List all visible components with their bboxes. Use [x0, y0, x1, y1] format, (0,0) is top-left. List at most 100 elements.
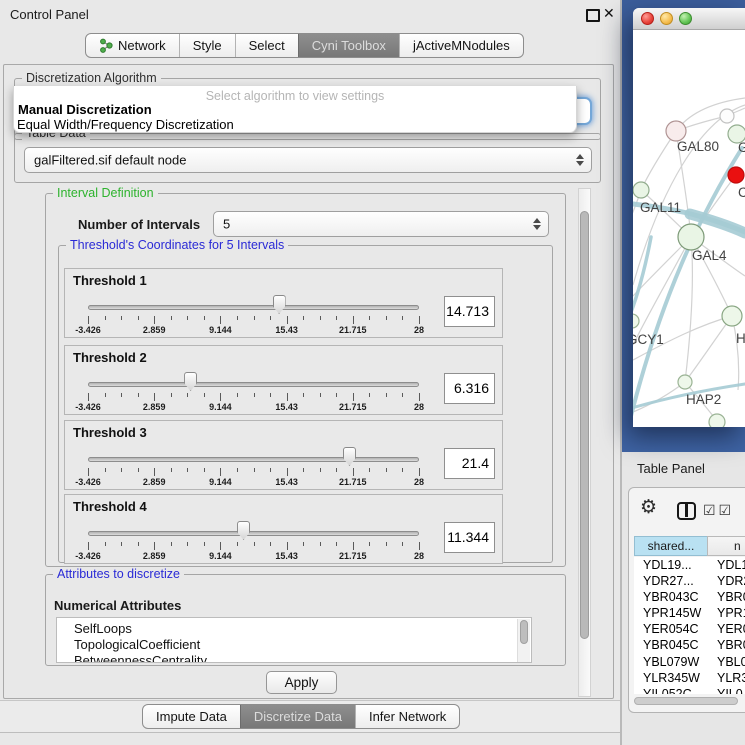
- tick-label: 28: [395, 402, 443, 412]
- popup-item-manual-discretization[interactable]: Manual Discretization: [18, 102, 152, 117]
- slider-track[interactable]: [88, 382, 419, 387]
- tick: [336, 542, 337, 546]
- slider-track[interactable]: [88, 531, 419, 536]
- threshold-row-3: Threshold 3 -3.4262.8599.14415.4321.7152…: [64, 420, 503, 490]
- tick: [270, 468, 271, 472]
- float-icon[interactable]: [586, 9, 600, 22]
- list-item-selfloops[interactable]: SelfLoops: [57, 618, 531, 637]
- threshold-2-value-field[interactable]: 6.316: [444, 373, 495, 404]
- network-node-HAP2[interactable]: [678, 375, 692, 389]
- tab-cyni-toolbox[interactable]: Cyni Toolbox: [298, 34, 399, 57]
- tab-impute-data[interactable]: Impute Data: [143, 705, 240, 728]
- cell-name: YLR3: [707, 670, 745, 686]
- tick: [254, 393, 255, 397]
- tick: [353, 542, 354, 550]
- algorithm-popup: Select algorithm to view settings Manual…: [13, 86, 577, 133]
- traffic-light-close-icon[interactable]: [641, 12, 654, 25]
- table-row[interactable]: YBR043CYBR0: [634, 589, 745, 605]
- tick-label: 9.144: [196, 325, 244, 335]
- table-data-combo[interactable]: galFiltered.sif default node: [24, 147, 592, 173]
- network-node-GAL11[interactable]: [633, 182, 649, 198]
- network-node-label-GAL80: GAL80: [677, 139, 719, 154]
- tick-label: -3.426: [64, 477, 112, 487]
- list-scrollbar[interactable]: [517, 619, 530, 662]
- threshold-3-value-field[interactable]: 21.4: [444, 448, 495, 479]
- network-node-n-bottom[interactable]: [709, 414, 725, 427]
- tick: [220, 542, 221, 550]
- threshold-row-2: Threshold 2 -3.4262.8599.14415.4321.7152…: [64, 345, 503, 415]
- slider-track[interactable]: [88, 305, 419, 310]
- tab-discretize-data[interactable]: Discretize Data: [240, 705, 355, 728]
- tick: [320, 468, 321, 472]
- table-row[interactable]: YPR145WYPR1: [634, 605, 745, 621]
- network-node-n-small[interactable]: [720, 109, 734, 123]
- tick: [419, 393, 420, 401]
- slider-thumb[interactable]: [184, 372, 197, 391]
- tick: [254, 542, 255, 546]
- tick: [419, 316, 420, 324]
- table-row[interactable]: YDR27...YDR2: [634, 573, 745, 589]
- tab-network-label: Network: [118, 38, 166, 53]
- cell-shared-name: YER054C: [634, 621, 707, 637]
- network-node-H[interactable]: [722, 306, 742, 326]
- slider-thumb[interactable]: [343, 447, 356, 466]
- table-row[interactable]: YIL052CYIL0: [634, 686, 745, 694]
- table-row[interactable]: YDL19...YDL1: [634, 557, 745, 573]
- list-scrollbar-thumb[interactable]: [520, 620, 528, 644]
- checkbox-icons[interactable]: ☑☑: [703, 502, 734, 519]
- tick-label: 21.715: [329, 551, 377, 561]
- tick-label: -3.426: [64, 325, 112, 335]
- num-intervals-combo[interactable]: 5: [213, 211, 549, 237]
- traffic-light-zoom-icon[interactable]: [679, 12, 692, 25]
- tick: [105, 468, 106, 472]
- tick-label: 2.859: [130, 551, 178, 561]
- table-row[interactable]: YBR045CYBR0: [634, 637, 745, 653]
- table-row[interactable]: YLR345WYLR3: [634, 670, 745, 686]
- tab-style[interactable]: Style: [179, 34, 235, 57]
- network-node-GCY1[interactable]: [633, 314, 639, 328]
- network-node-GAL4[interactable]: [678, 224, 704, 250]
- network-edge: [732, 316, 739, 390]
- network-node-red-node[interactable]: [728, 167, 744, 183]
- tick: [386, 393, 387, 397]
- threshold-4-value-field[interactable]: 11.344: [444, 522, 495, 553]
- slider-thumb[interactable]: [273, 295, 286, 314]
- close-icon[interactable]: ✕: [603, 5, 615, 22]
- slider-track[interactable]: [88, 457, 419, 462]
- gear-icon[interactable]: ⚙: [640, 498, 657, 518]
- tab-network[interactable]: Network: [86, 34, 179, 57]
- table-hscrollbar[interactable]: [634, 697, 738, 705]
- tick-label: 9.144: [196, 402, 244, 412]
- columns-icon[interactable]: [677, 502, 696, 520]
- slider-thumb[interactable]: [237, 521, 250, 540]
- scrollbar-thumb[interactable]: [580, 211, 589, 639]
- tab-infer-network[interactable]: Infer Network: [355, 705, 459, 728]
- table-row[interactable]: YER054CYER0: [634, 621, 745, 637]
- tick: [320, 316, 321, 320]
- table-row[interactable]: YBL079WYBL0: [634, 654, 745, 670]
- traffic-light-minimize-icon[interactable]: [660, 12, 673, 25]
- popup-item-equal-width[interactable]: Equal Width/Frequency Discretization: [17, 117, 234, 132]
- spinner-icon: [576, 154, 584, 166]
- table-header-name[interactable]: n: [707, 536, 745, 556]
- table-header-shared[interactable]: shared...: [634, 536, 708, 556]
- list-item-topologicalcoefficient[interactable]: TopologicalCoefficient: [57, 637, 531, 653]
- tab-select[interactable]: Select: [235, 34, 298, 57]
- tick-label: 21.715: [329, 477, 377, 487]
- threshold-1-value-field[interactable]: 14.713: [444, 296, 495, 327]
- tab-jactivemnodules[interactable]: jActiveMNodules: [399, 34, 523, 57]
- network-canvas[interactable]: GAL80GACGAL11GAL4GCY1HHAP2: [633, 30, 745, 427]
- list-item-betweennesscentrality[interactable]: BetweennessCentrality: [57, 653, 531, 663]
- scrollbar-vertical[interactable]: [578, 188, 591, 697]
- tick: [254, 316, 255, 320]
- tick: [138, 393, 139, 397]
- cell-shared-name: YBR045C: [634, 637, 707, 653]
- tick: [270, 542, 271, 546]
- apply-button[interactable]: Apply: [266, 671, 337, 694]
- popup-prompt: Select algorithm to view settings: [14, 89, 576, 103]
- tick-label: 2.859: [130, 402, 178, 412]
- tick: [369, 393, 370, 397]
- tick-label: 15.43: [263, 551, 311, 561]
- tick: [320, 393, 321, 397]
- network-node-GAL80[interactable]: [666, 121, 686, 141]
